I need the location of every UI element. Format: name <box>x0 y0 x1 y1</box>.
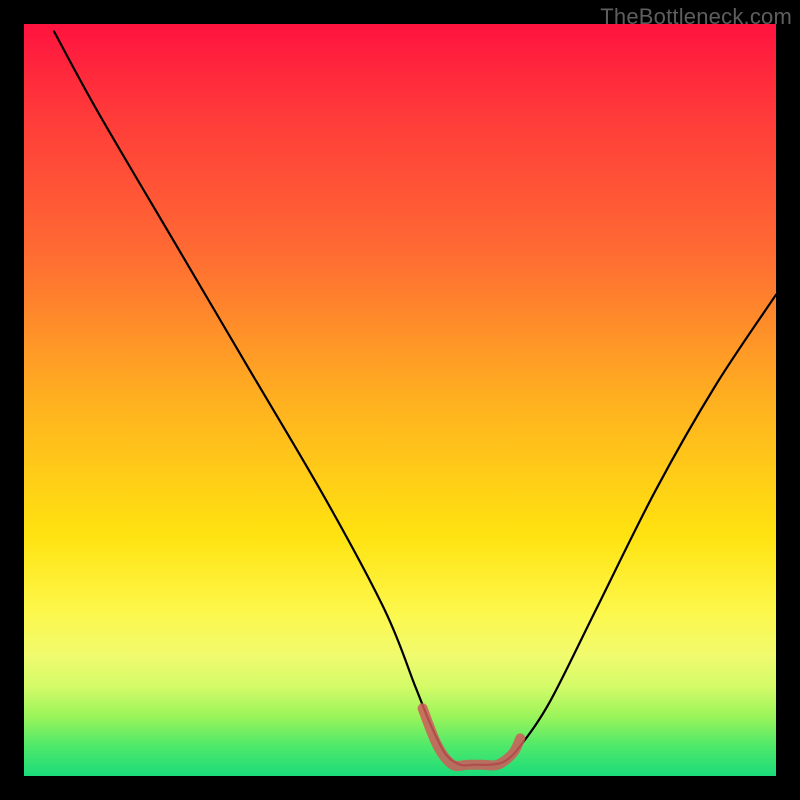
chart-svg <box>24 24 776 776</box>
trough-path <box>423 708 521 766</box>
chart-stage: TheBottleneck.com <box>0 0 800 800</box>
curve-path <box>54 32 776 766</box>
plot-area <box>24 24 776 776</box>
